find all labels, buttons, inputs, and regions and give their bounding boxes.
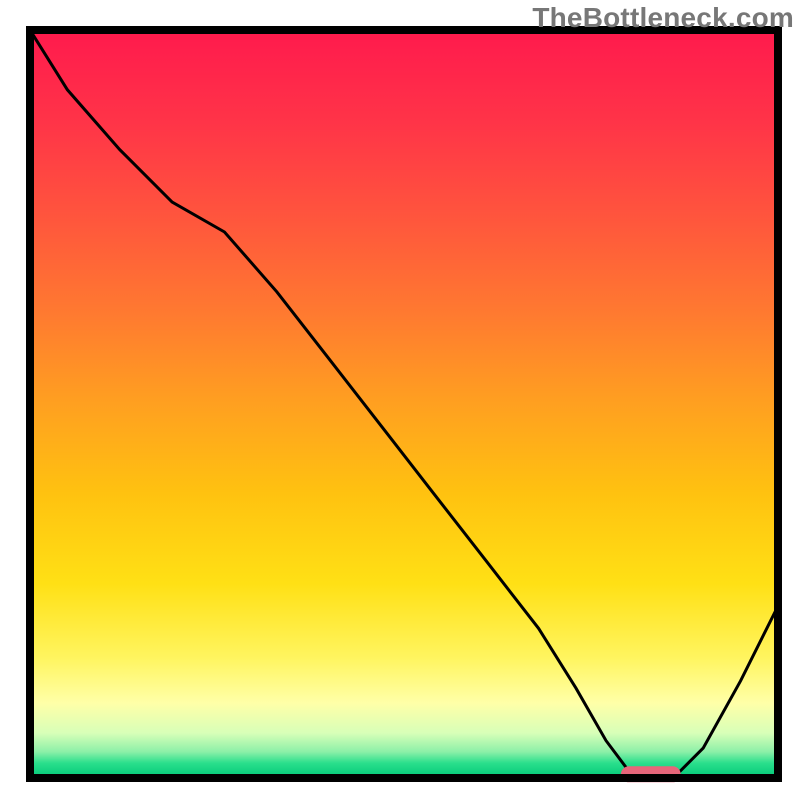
watermark: TheBottleneck.com [532, 2, 794, 34]
chart-canvas: TheBottleneck.com [0, 0, 800, 800]
chart-svg [0, 0, 800, 800]
plot-background [30, 30, 778, 778]
